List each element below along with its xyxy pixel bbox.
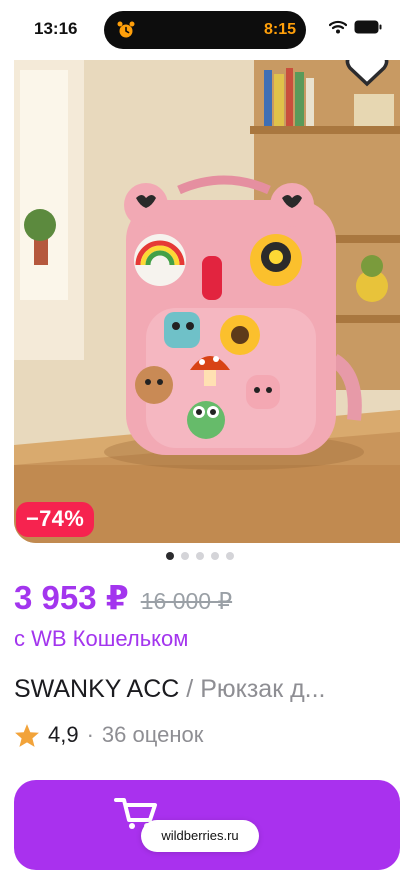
price-block: 3 953 ₽ 16 000 ₽ (14, 578, 232, 617)
brand-name[interactable]: SWANKY ACC (14, 675, 179, 703)
star-icon (15, 723, 39, 747)
product-title[interactable]: SWANKY ACC / Рюкзак д... (14, 675, 400, 704)
product-gallery[interactable] (14, 60, 400, 543)
dynamic-island: 8:15 (104, 11, 306, 49)
review-count[interactable]: 36 оценок (102, 722, 203, 748)
old-price: 16 000 ₽ (140, 588, 233, 614)
wifi-icon (329, 20, 347, 34)
battery-icon (354, 20, 382, 34)
product-photo (14, 60, 400, 543)
title-separator: / (186, 675, 194, 703)
current-price: 3 953 ₽ (14, 579, 129, 616)
status-icons (329, 20, 382, 34)
pager-dot[interactable] (196, 552, 204, 560)
pager-dot[interactable] (181, 552, 189, 560)
clock: 13:16 (34, 19, 78, 38)
rating-value: 4,9 (48, 722, 79, 747)
rating-row[interactable]: 4,9 · 36 оценок (14, 722, 203, 748)
status-bar: 13:16 8:15 (0, 0, 400, 58)
gallery-pager[interactable] (0, 552, 400, 560)
discount-badge: −74% (16, 502, 95, 537)
pager-dot[interactable] (211, 552, 219, 560)
product-name: Рюкзак д... (200, 675, 326, 703)
alarm-icon (117, 21, 135, 38)
rating-separator: · (86, 722, 94, 747)
wallet-price-note[interactable]: с WB Кошельком (14, 626, 188, 652)
alarm-time: 8:15 (263, 21, 296, 38)
favorite-icon[interactable] (344, 60, 390, 90)
pager-dot[interactable] (166, 552, 174, 560)
browser-url-bar[interactable]: wildberries.ru (141, 820, 259, 852)
pager-dot[interactable] (226, 552, 234, 560)
